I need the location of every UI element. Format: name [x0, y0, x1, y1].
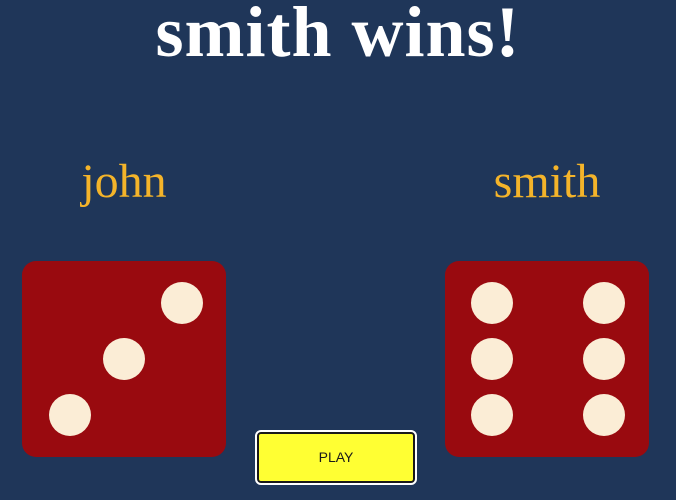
- player-2-die: [445, 261, 649, 457]
- die-pip: [471, 394, 513, 436]
- die-pip: [161, 282, 203, 324]
- die-pip: [471, 282, 513, 324]
- die-pip: [471, 338, 513, 380]
- die-pip: [49, 394, 91, 436]
- result-title: smith wins!: [155, 0, 521, 72]
- die-pip: [583, 394, 625, 436]
- die-pip: [583, 338, 625, 380]
- player-1-die: [22, 261, 226, 457]
- die-pip: [583, 282, 625, 324]
- player-2-name: smith: [493, 155, 601, 208]
- player-1-name: john: [81, 155, 167, 208]
- play-button[interactable]: PLAY: [255, 430, 417, 485]
- die-pip: [103, 338, 145, 380]
